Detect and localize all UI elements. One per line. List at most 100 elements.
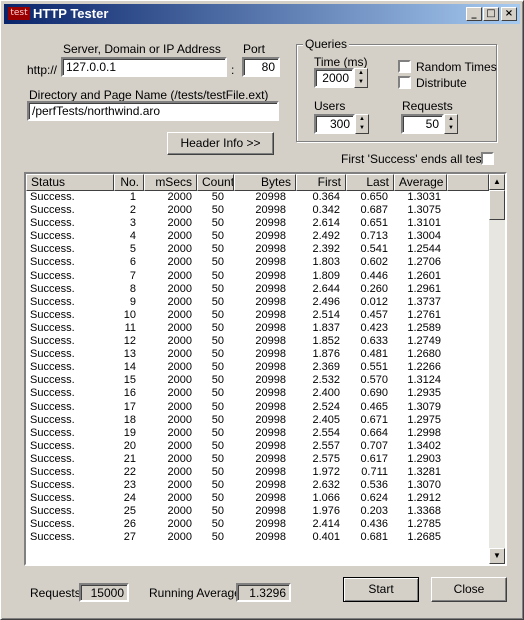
cell-no: 1 xyxy=(129,191,136,203)
cell-bytes: 20998 xyxy=(255,465,286,478)
column-header-last[interactable]: Last xyxy=(346,174,394,191)
requests-input[interactable]: 50 xyxy=(401,114,444,134)
spin-down-icon[interactable]: ▼ xyxy=(356,124,368,133)
scroll-thumb[interactable] xyxy=(489,190,505,220)
header-info-button[interactable]: Header Info >> xyxy=(167,132,274,155)
table-row[interactable]: Success. 6 2000 50 20998 1.803 0.602 1.2706 xyxy=(26,256,489,269)
table-row[interactable]: Success. 3 2000 50 20998 2.614 0.651 1.3101 xyxy=(26,217,489,230)
table-row[interactable]: Success. 2 2000 50 20998 0.342 0.687 1.3075 xyxy=(26,204,489,217)
column-header-msecs[interactable]: mSecs xyxy=(144,174,197,191)
cell-msecs: 2000 xyxy=(167,374,192,387)
table-body: Success. 1 2000 50 20998 0.364 0.650 1.3031 Succ… xyxy=(26,191,489,545)
server-input[interactable]: 127.0.0.1 xyxy=(61,57,227,77)
time-input[interactable]: 2000 xyxy=(314,68,354,88)
cell-average: 1.2903 xyxy=(407,452,441,465)
cell-first: 1.976 xyxy=(312,505,340,518)
cell-msecs: 2000 xyxy=(167,308,192,321)
directory-input[interactable]: /perfTests/northwind.aro xyxy=(27,101,279,121)
cell-bytes: 20998 xyxy=(255,295,286,308)
table-row[interactable]: Success. 18 2000 50 20998 2.405 0.671 1.2975 xyxy=(26,414,489,427)
cell-status: Success. xyxy=(30,452,75,465)
minimize-button[interactable]: _ xyxy=(466,7,482,21)
table-row[interactable]: Success. 20 2000 50 20998 2.557 0.707 1.3402 xyxy=(26,440,489,453)
table-row[interactable]: Success. 7 2000 50 20998 1.809 0.446 1.2601 xyxy=(26,270,489,283)
maximize-button[interactable]: □ xyxy=(483,7,499,21)
table-row[interactable]: Success. 9 2000 50 20998 2.496 0.012 1.3737 xyxy=(26,296,489,309)
column-header-average[interactable]: Average xyxy=(394,174,447,191)
cell-no: 20 xyxy=(123,439,136,452)
column-header-no[interactable]: No. xyxy=(114,174,144,191)
table-row[interactable]: Success. 13 2000 50 20998 1.876 0.481 1.2680 xyxy=(26,348,489,361)
cell-msecs: 2000 xyxy=(167,282,192,295)
cell-average: 1.3124 xyxy=(407,374,441,387)
spin-down-icon[interactable]: ▼ xyxy=(445,124,457,133)
cell-bytes: 20998 xyxy=(255,321,286,334)
cell-no: 11 xyxy=(124,321,136,334)
column-header-filler xyxy=(447,174,489,191)
requests-spinner[interactable]: ▲ ▼ xyxy=(444,114,458,134)
table-row[interactable]: Success. 25 2000 50 20998 1.976 0.203 1.3368 xyxy=(26,505,489,518)
cell-average: 1.2761 xyxy=(407,308,441,321)
cell-status: Success. xyxy=(30,439,75,452)
close-button[interactable]: Close xyxy=(431,577,507,602)
table-row[interactable]: Success. 1 2000 50 20998 0.364 0.650 1.3031 xyxy=(26,191,489,204)
cell-count: 50 xyxy=(211,308,224,321)
cell-no: 4 xyxy=(129,230,136,243)
server-label: Server, Domain or IP Address xyxy=(63,42,221,56)
table-row[interactable]: Success. 11 2000 50 20998 1.837 0.423 1.2589 xyxy=(26,322,489,335)
table-row[interactable]: Success. 16 2000 50 20998 2.400 0.690 1.2935 xyxy=(26,387,489,400)
cell-status: Success. xyxy=(30,465,75,478)
cell-count: 50 xyxy=(211,348,224,361)
column-header-bytes[interactable]: Bytes xyxy=(234,174,296,191)
table-row[interactable]: Success. 22 2000 50 20998 1.972 0.711 1.3281 xyxy=(26,466,489,479)
cell-first: 2.632 xyxy=(312,479,340,492)
table-row[interactable]: Success. 4 2000 50 20998 2.492 0.713 1.3004 xyxy=(26,230,489,243)
table-row[interactable]: Success. 10 2000 50 20998 2.514 0.457 1.2761 xyxy=(26,309,489,322)
column-header-status[interactable]: Status xyxy=(26,174,114,191)
cell-bytes: 20998 xyxy=(255,479,286,492)
first-success-checkbox[interactable] xyxy=(481,152,494,165)
table-row[interactable]: Success. 15 2000 50 20998 2.532 0.570 1.3124 xyxy=(26,374,489,387)
table-row[interactable]: Success. 27 2000 50 20998 0.401 0.681 1.2685 xyxy=(26,531,489,544)
scroll-down-icon[interactable]: ▼ xyxy=(489,548,505,564)
cell-bytes: 20998 xyxy=(255,361,286,374)
table-row[interactable]: Success. 8 2000 50 20998 2.644 0.260 1.2961 xyxy=(26,283,489,296)
vertical-scrollbar[interactable]: ▲ ▼ xyxy=(489,174,505,564)
cell-first: 2.575 xyxy=(312,452,340,465)
results-table[interactable]: Status No. mSecs Count Bytes First Last Average… xyxy=(24,172,507,566)
users-spinner[interactable]: ▲ ▼ xyxy=(355,114,369,134)
close-window-button[interactable]: × xyxy=(501,7,517,21)
table-row[interactable]: Success. 12 2000 50 20998 1.852 0.633 1.2749 xyxy=(26,335,489,348)
distribute-checkbox[interactable] xyxy=(398,76,411,89)
table-row[interactable]: Success. 26 2000 50 20998 2.414 0.436 1.2785 xyxy=(26,518,489,531)
column-header-count[interactable]: Count xyxy=(197,174,234,191)
title-bar[interactable]: test HTTP Tester _ □ × xyxy=(4,4,520,24)
window-title: HTTP Tester xyxy=(33,6,109,21)
cell-no: 8 xyxy=(129,282,136,295)
cell-status: Success. xyxy=(30,256,75,269)
table-row[interactable]: Success. 24 2000 50 20998 1.066 0.624 1.2912 xyxy=(26,492,489,505)
spin-down-icon[interactable]: ▼ xyxy=(355,78,367,87)
time-spinner[interactable]: ▲ ▼ xyxy=(354,68,368,88)
users-input[interactable]: 300 xyxy=(314,114,355,134)
spin-up-icon[interactable]: ▲ xyxy=(445,115,457,124)
cell-status: Success. xyxy=(30,191,75,203)
port-label: Port xyxy=(243,42,266,56)
cell-msecs: 2000 xyxy=(167,269,192,282)
random-times-checkbox[interactable] xyxy=(398,60,411,73)
table-row[interactable]: Success. 17 2000 50 20998 2.524 0.465 1.3079 xyxy=(26,401,489,414)
cell-status: Success. xyxy=(30,426,75,439)
spin-up-icon[interactable]: ▲ xyxy=(356,115,368,124)
random-times-label: Random Times xyxy=(416,60,497,74)
table-row[interactable]: Success. 5 2000 50 20998 2.392 0.541 1.2544 xyxy=(26,243,489,256)
spin-up-icon[interactable]: ▲ xyxy=(355,69,367,78)
table-row[interactable]: Success. 23 2000 50 20998 2.632 0.536 1.3070 xyxy=(26,479,489,492)
port-input[interactable]: 80 xyxy=(242,57,280,77)
table-row[interactable]: Success. 21 2000 50 20998 2.575 0.617 1.2903 xyxy=(26,453,489,466)
table-row[interactable]: Success. 19 2000 50 20998 2.554 0.664 1.2998 xyxy=(26,427,489,440)
cell-last: 0.671 xyxy=(360,413,388,426)
scroll-up-icon[interactable]: ▲ xyxy=(489,174,505,190)
start-button[interactable]: Start xyxy=(343,577,419,602)
column-header-first[interactable]: First xyxy=(296,174,346,191)
table-row[interactable]: Success. 14 2000 50 20998 2.369 0.551 1.2266 xyxy=(26,361,489,374)
